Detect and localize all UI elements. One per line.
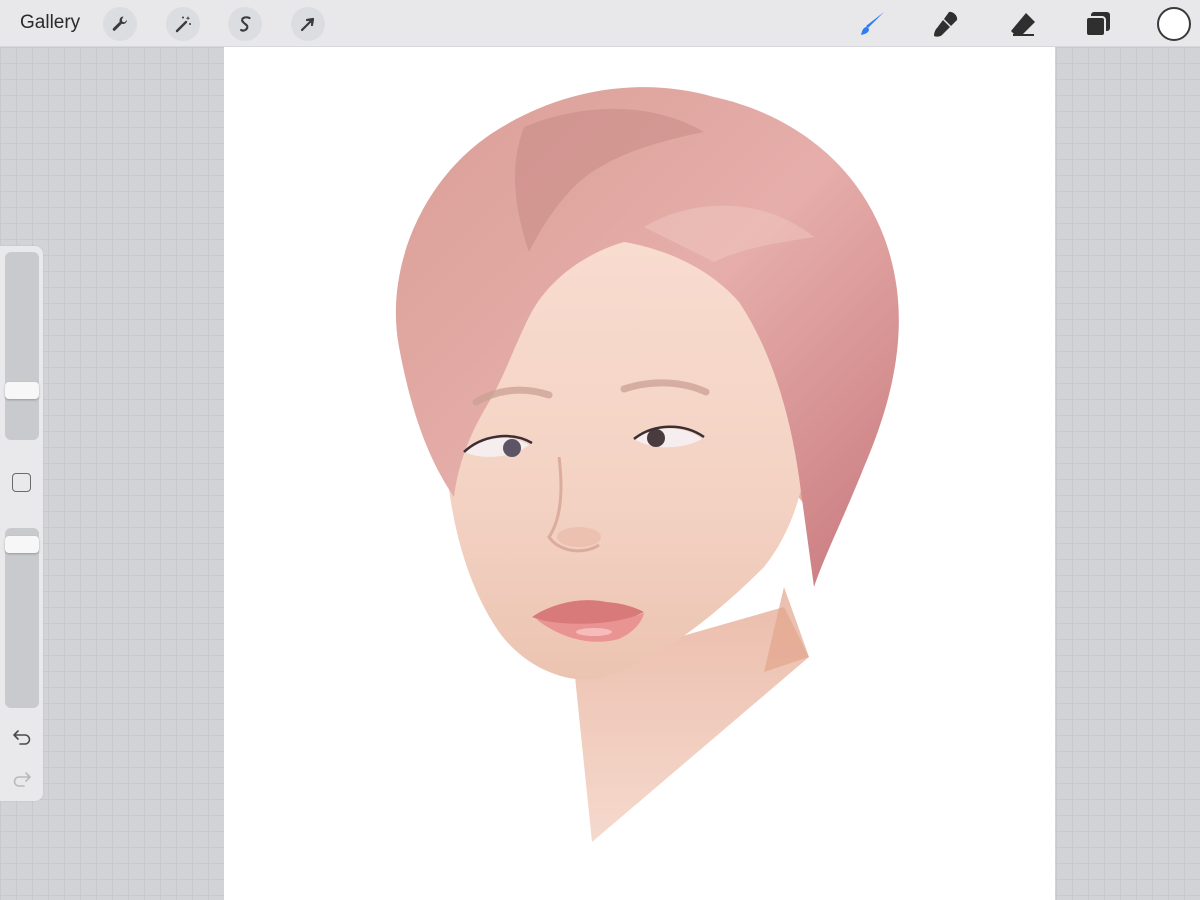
opacity-slider-thumb[interactable] (5, 536, 39, 553)
smudge-icon (934, 11, 958, 37)
modify-button[interactable] (12, 473, 31, 492)
undo-icon (13, 730, 31, 745)
wrench-icon (112, 16, 127, 31)
layers-icon (1085, 12, 1110, 37)
opacity-slider[interactable] (5, 528, 39, 708)
left-sidebar (0, 246, 43, 801)
selection-button[interactable] (228, 7, 262, 41)
brush-icon (861, 12, 884, 35)
color-picker-button[interactable] (1157, 7, 1191, 41)
eraser-icon (1011, 13, 1035, 36)
brush-tool-button[interactable] (857, 9, 887, 39)
selection-s-icon (238, 16, 251, 32)
smudge-tool-button[interactable] (931, 9, 961, 39)
redo-button[interactable] (10, 769, 34, 789)
transform-button[interactable] (291, 7, 325, 41)
adjustments-button[interactable] (166, 7, 200, 41)
redo-icon (13, 772, 31, 787)
drawing-canvas[interactable] (224, 47, 1055, 900)
transform-arrow-icon (300, 17, 315, 32)
magic-wand-icon (175, 16, 191, 33)
undo-button[interactable] (10, 727, 34, 747)
brush-size-slider-thumb[interactable] (5, 382, 39, 399)
actions-button[interactable] (103, 7, 137, 41)
portrait-artwork (395, 87, 899, 842)
eraser-tool-button[interactable] (1008, 9, 1038, 39)
gallery-button[interactable]: Gallery (20, 12, 80, 34)
top-toolbar: Gallery (0, 0, 1200, 47)
brush-size-slider[interactable] (5, 252, 39, 440)
layers-button[interactable] (1083, 9, 1113, 39)
